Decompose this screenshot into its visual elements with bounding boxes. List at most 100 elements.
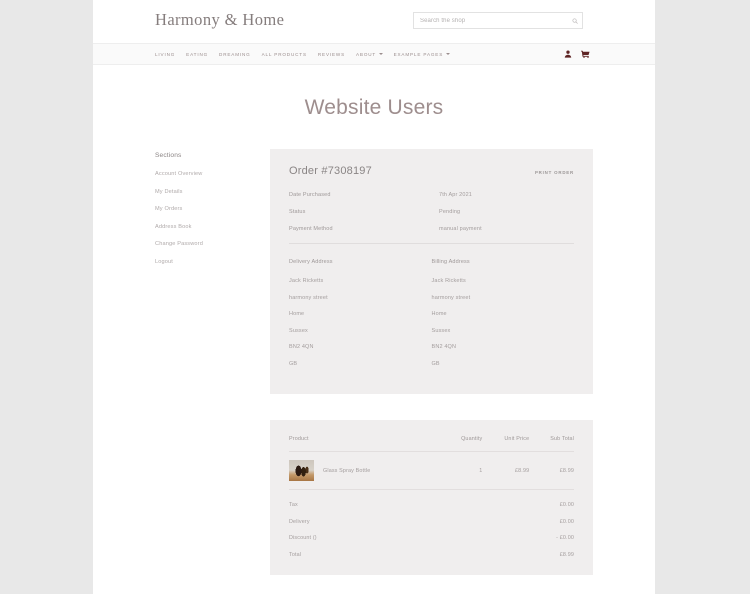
address-line: harmony street [431, 294, 471, 301]
product-thumbnail-image[interactable] [289, 460, 314, 481]
address-line: Home [289, 311, 305, 317]
sidebar-item-my-details[interactable]: My Details [155, 189, 270, 195]
main-navigation: LIVING EATING DREAMING ALL PRODUCTS REVI… [93, 43, 655, 65]
address-line: Sussex [431, 327, 451, 334]
billing-address-title: Billing Address [431, 259, 470, 265]
meta-label: Date Purchased [289, 192, 331, 198]
address-line: Home [431, 311, 447, 317]
total-value: - £0.00 [556, 535, 574, 541]
status-badge: Pending [439, 209, 461, 215]
order-totals: Tax £0.00 Delivery £0.00 Discount () - £… [289, 502, 574, 558]
order-meta-list: Date Purchased 7th Apr 2021 Status Pendi… [289, 192, 574, 232]
order-number: Order #7308197 [289, 165, 372, 177]
chevron-down-icon [445, 53, 450, 55]
order-items-card: Product Quantity Unit Price Sub Total Gl… [270, 420, 593, 575]
cell-sub-total: £8.99 [529, 451, 574, 490]
sidebar-item-change-password[interactable]: Change Password [155, 241, 270, 247]
product-name[interactable]: Glass Spray Bottle [323, 468, 370, 474]
nav-label: EATING [186, 51, 209, 57]
nav-label: EXAMPLE PAGES [393, 51, 444, 57]
total-value: £0.00 [559, 518, 574, 525]
meta-value: 7th Apr 2021 [439, 192, 472, 198]
table-head: Product Quantity Unit Price Sub Total [289, 436, 574, 452]
address-line: BN2 4QN [289, 344, 314, 350]
table-row: Glass Spray Bottle 1 £8.99 £8.99 [289, 451, 574, 490]
total-label: Tax [289, 502, 298, 508]
addresses-section: Delivery Address Jack Ricketts harmony s… [289, 259, 574, 377]
nav-item-all-products[interactable]: ALL PRODUCTS [262, 52, 307, 57]
cell-product: Glass Spray Bottle [289, 451, 443, 490]
site-header: Harmony & Home [93, 0, 655, 43]
billing-address-block: Billing Address Jack Ricketts harmony st… [432, 259, 575, 377]
sidebar-item-account-overview[interactable]: Account Overview [155, 171, 270, 177]
search-input[interactable] [414, 17, 568, 24]
nav-item-about[interactable]: ABOUT [356, 52, 383, 57]
page-content: Sections Account Overview My Details My … [93, 149, 655, 575]
address-line: GB [431, 360, 440, 367]
total-row-grand-total: Total £8.99 [289, 552, 574, 558]
sidebar-title: Sections [155, 152, 182, 159]
address-line: Sussex [289, 327, 308, 334]
nav-label: REVIEWS [317, 51, 346, 57]
nav-label: ABOUT [356, 51, 377, 57]
sidebar-item-address-book[interactable]: Address Book [155, 224, 270, 230]
section-divider [289, 243, 574, 244]
account-sidebar: Sections Account Overview My Details My … [155, 149, 270, 575]
order-meta-row: Payment Method manual payment [289, 226, 574, 232]
table-header-row: Product Quantity Unit Price Sub Total [289, 436, 574, 452]
nav-item-living[interactable]: LIVING [155, 52, 175, 57]
page-title: Website Users [304, 96, 444, 119]
address-line: GB [289, 360, 298, 367]
delivery-address-title: Delivery Address [289, 259, 333, 265]
column-header-sub-total: Sub Total [529, 436, 574, 452]
site-logo[interactable]: Harmony & Home [155, 10, 284, 30]
address-line: Jack Ricketts [289, 278, 324, 284]
total-label: Delivery [289, 518, 310, 525]
search-box[interactable] [413, 12, 583, 29]
sidebar-item-my-orders[interactable]: My Orders [155, 206, 270, 212]
account-icon[interactable] [564, 50, 572, 58]
nav-item-dreaming[interactable]: DREAMING [219, 52, 251, 57]
order-items-table: Product Quantity Unit Price Sub Total Gl… [289, 436, 574, 490]
nav-label: DREAMING [219, 51, 251, 57]
address-line: harmony street [289, 294, 328, 301]
delivery-address-block: Delivery Address Jack Ricketts harmony s… [289, 259, 432, 377]
total-label: Discount () [289, 535, 317, 541]
main-column: Order #7308197 PRINT ORDER Date Purchase… [270, 149, 593, 575]
chevron-down-icon [378, 53, 383, 55]
search-icon[interactable] [568, 17, 582, 24]
total-value: £0.00 [559, 502, 574, 508]
nav-item-reviews[interactable]: REVIEWS [318, 52, 345, 57]
column-header-unit-price: Unit Price [482, 436, 530, 452]
address-line: BN2 4QN [431, 344, 457, 350]
total-row-tax: Tax £0.00 [289, 502, 574, 508]
column-header-product: Product [289, 436, 443, 452]
table-body: Glass Spray Bottle 1 £8.99 £8.99 [289, 451, 574, 490]
nav-label: ALL PRODUCTS [261, 51, 307, 57]
total-row-discount: Discount () - £0.00 [289, 535, 574, 541]
print-order-link[interactable]: PRINT ORDER [535, 170, 574, 175]
header-icon-group [564, 44, 590, 64]
meta-label: Status [289, 209, 306, 215]
cart-icon[interactable] [581, 50, 590, 58]
sidebar-item-logout[interactable]: Logout [155, 259, 270, 265]
total-label: Total [289, 551, 302, 558]
nav-list: LIVING EATING DREAMING ALL PRODUCTS REVI… [155, 44, 450, 64]
product-cell-wrapper: Glass Spray Bottle [289, 460, 442, 481]
site-container: Harmony & Home LIVING EATING DREAMING [93, 0, 655, 594]
meta-label: Payment Method [289, 226, 333, 232]
nav-label: LIVING [155, 51, 176, 57]
order-details-card: Order #7308197 PRINT ORDER Date Purchase… [270, 149, 593, 394]
order-meta-row: Date Purchased 7th Apr 2021 [289, 192, 574, 198]
meta-value: manual payment [439, 226, 482, 232]
order-meta-row: Status Pending [289, 209, 574, 215]
column-header-quantity: Quantity [442, 436, 483, 452]
cell-quantity: 1 [442, 451, 483, 490]
total-row-delivery: Delivery £0.00 [289, 519, 574, 525]
cell-unit-price: £8.99 [482, 451, 530, 490]
order-header: Order #7308197 PRINT ORDER [289, 165, 574, 177]
nav-item-example-pages[interactable]: EXAMPLE PAGES [394, 52, 450, 57]
address-line: Jack Ricketts [431, 278, 466, 284]
nav-item-eating[interactable]: EATING [186, 52, 208, 57]
total-value: £8.99 [559, 551, 574, 558]
